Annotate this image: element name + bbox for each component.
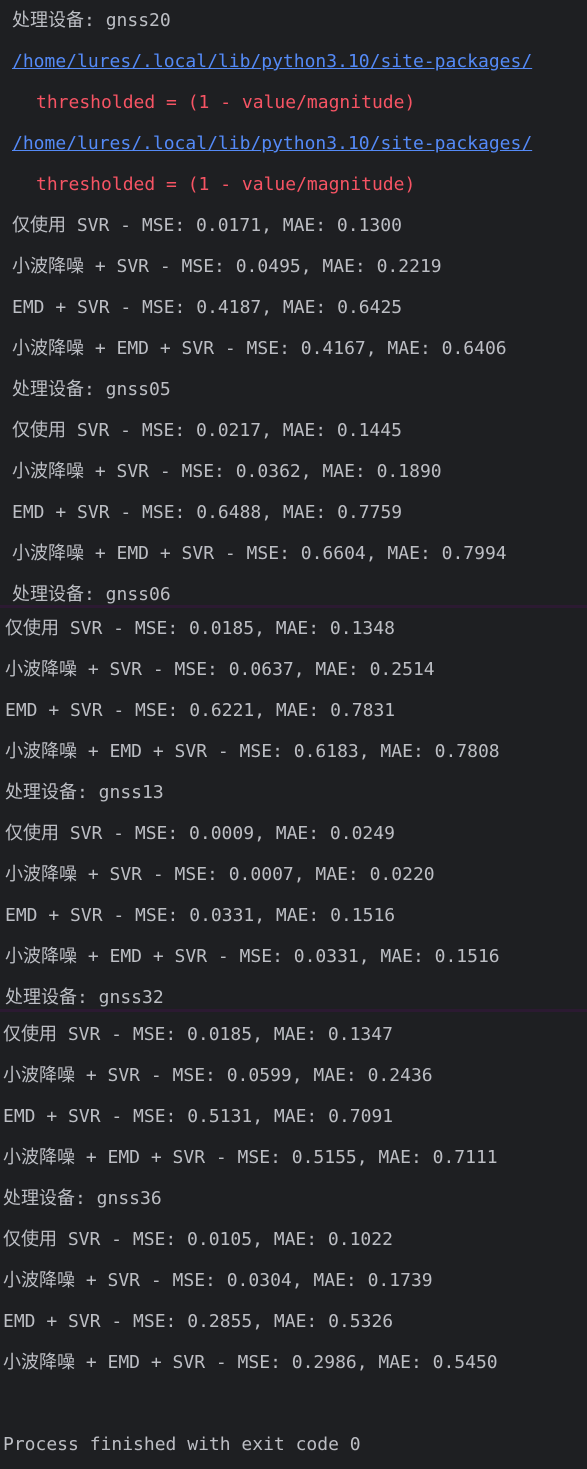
result-line: EMD + SVR - MSE: 0.4187, MAE: 0.6425: [12, 297, 403, 318]
warning-file-link[interactable]: /home/lures/.local/lib/python3.10/site-p…: [12, 131, 587, 157]
result-line: 小波降噪 + SVR - MSE: 0.0007, MAE: 0.0220: [5, 864, 435, 885]
device-header: 处理设备: gnss36: [3, 1188, 162, 1209]
result-line: 小波降噪 + EMD + SVR - MSE: 0.5155, MAE: 0.7…: [3, 1147, 498, 1168]
result-line: EMD + SVR - MSE: 0.6488, MAE: 0.7759: [12, 502, 403, 523]
result-line: 仅使用 SVR - MSE: 0.0009, MAE: 0.0249: [5, 823, 395, 844]
process-exit-message: Process finished with exit code 0: [3, 1434, 361, 1455]
result-line: 仅使用 SVR - MSE: 0.0185, MAE: 0.1347: [3, 1024, 393, 1045]
result-line: 小波降噪 + EMD + SVR - MSE: 0.2986, MAE: 0.5…: [3, 1352, 498, 1373]
warning-code-line: thresholded = (1 - value/magnitude): [36, 174, 416, 195]
result-line: 小波降噪 + EMD + SVR - MSE: 0.4167, MAE: 0.6…: [12, 338, 507, 359]
result-line: 小波降噪 + EMD + SVR - MSE: 0.0331, MAE: 0.1…: [5, 946, 500, 967]
device-prefix: 处理设备:: [12, 10, 106, 31]
warning-file-link[interactable]: /home/lures/.local/lib/python3.10/site-p…: [12, 49, 587, 75]
device-header: 处理设备: gnss20: [12, 8, 587, 34]
result-line: 小波降噪 + SVR - MSE: 0.0304, MAE: 0.1739: [3, 1270, 433, 1291]
device-header: 处理设备: gnss32: [5, 987, 164, 1008]
warning-code-line: thresholded = (1 - value/magnitude): [36, 92, 416, 113]
result-line: 小波降噪 + SVR - MSE: 0.0362, MAE: 0.1890: [12, 461, 442, 482]
result-line: 仅使用 SVR - MSE: 0.0217, MAE: 0.1445: [12, 420, 402, 441]
device-header: 处理设备: gnss13: [5, 782, 164, 803]
result-line: 小波降噪 + SVR - MSE: 0.0637, MAE: 0.2514: [5, 659, 435, 680]
result-line: 仅使用 SVR - MSE: 0.0171, MAE: 0.1300: [12, 215, 402, 236]
run-console-output[interactable]: 处理设备: gnss20 /home/lures/.local/lib/pyth…: [0, 0, 587, 1469]
result-line: 小波降噪 + SVR - MSE: 0.0495, MAE: 0.2219: [12, 256, 442, 277]
screenshot-separator: [0, 605, 587, 608]
result-line: EMD + SVR - MSE: 0.2855, MAE: 0.5326: [3, 1311, 394, 1332]
result-line: 小波降噪 + SVR - MSE: 0.0599, MAE: 0.2436: [3, 1065, 433, 1086]
result-line: EMD + SVR - MSE: 0.6221, MAE: 0.7831: [5, 700, 396, 721]
device-name: gnss20: [105, 10, 171, 31]
result-line: EMD + SVR - MSE: 0.0331, MAE: 0.1516: [5, 905, 396, 926]
screenshot-separator: [0, 1009, 587, 1012]
result-line: 小波降噪 + EMD + SVR - MSE: 0.6183, MAE: 0.7…: [5, 741, 500, 762]
device-header: 处理设备: gnss05: [12, 379, 171, 400]
result-line: 仅使用 SVR - MSE: 0.0185, MAE: 0.1348: [5, 618, 395, 639]
result-line: EMD + SVR - MSE: 0.5131, MAE: 0.7091: [3, 1106, 394, 1127]
result-line: 小波降噪 + EMD + SVR - MSE: 0.6604, MAE: 0.7…: [12, 543, 507, 564]
result-line: 仅使用 SVR - MSE: 0.0105, MAE: 0.1022: [3, 1229, 393, 1250]
